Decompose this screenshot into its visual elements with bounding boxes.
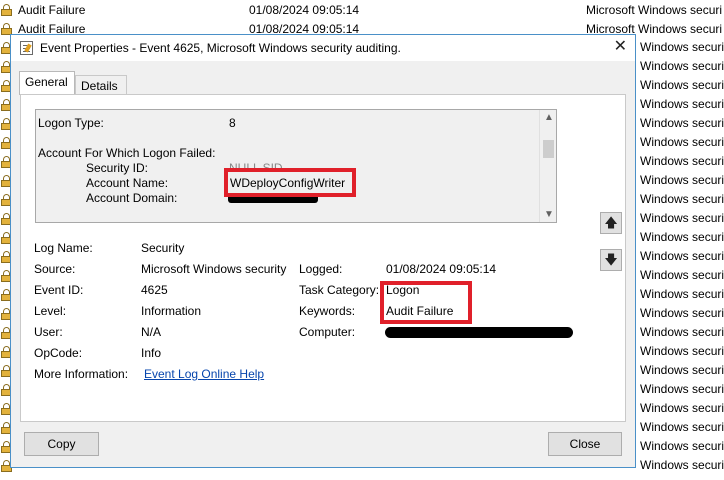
general-panel: Logon Type: 8 Account For Which Logon Fa… [20, 94, 626, 422]
computer-label: Computer: [299, 325, 356, 339]
event-row-source-fragment: Windows securi [640, 249, 724, 263]
account-domain-label: Account Domain: [86, 191, 178, 205]
event-row-source-fragment: Windows securi [640, 192, 724, 206]
event-row-source-fragment: Windows securi [640, 458, 724, 472]
logon-type-value: 8 [229, 116, 236, 130]
close-icon[interactable]: ✕ [614, 38, 627, 56]
event-row-source-fragment: Windows securi [640, 59, 724, 73]
event-row-source-fragment: Windows securi [640, 382, 724, 396]
highlight-box [224, 168, 356, 197]
task-category-label: Task Category: [299, 283, 380, 297]
event-row-source-fragment: Windows securi [640, 173, 724, 187]
account-name-label: Account Name: [86, 176, 169, 190]
event-row-source-fragment: Windows securi [640, 439, 724, 453]
arrow-up-icon[interactable]: 🡅 [600, 212, 622, 234]
more-info-label: More Information: [34, 367, 129, 381]
event-log-online-help-link[interactable]: Event Log Online Help [144, 367, 264, 381]
event-properties-icon [20, 41, 33, 55]
event-row-source-fragment: Windows securi [640, 363, 724, 377]
event-description-box[interactable]: Logon Type: 8 Account For Which Logon Fa… [35, 109, 557, 223]
event-row-source-fragment: Windows securi [640, 154, 724, 168]
event-id-value: 4625 [141, 283, 168, 297]
arrow-down-icon[interactable]: 🡇 [600, 249, 622, 271]
opcode-value: Info [141, 346, 162, 360]
user-label: User: [34, 325, 63, 339]
event-row-source-fragment: Windows securi [640, 230, 724, 244]
log-name-label: Log Name: [34, 241, 93, 255]
copy-button[interactable]: Copy [24, 432, 99, 456]
event-row-source-fragment: Windows securi [640, 78, 724, 92]
level-value: Information [141, 304, 202, 318]
event-id-label: Event ID: [34, 283, 84, 297]
event-row-source-fragment: Windows securi [640, 135, 724, 149]
highlight-box [380, 281, 472, 324]
opcode-label: OpCode: [34, 346, 83, 360]
event-row-source-fragment: Windows securi [640, 40, 724, 54]
event-row-source-fragment: Windows securi [640, 420, 724, 434]
event-source: Microsoft Windows securi [586, 3, 723, 17]
tab-details[interactable]: Details [75, 75, 127, 94]
lock-icon [1, 4, 12, 16]
event-datetime: 01/08/2024 09:05:14 [249, 3, 360, 17]
log-name-value: Security [141, 241, 185, 255]
event-row-source-fragment: Windows securi [640, 325, 724, 339]
description-scrollbar[interactable]: ▲ ▼ [539, 110, 556, 222]
event-row-source-fragment: Windows securi [640, 344, 724, 358]
logged-value: 01/08/2024 09:05:14 [386, 262, 497, 276]
dialog-titlebar[interactable]: Event Properties - Event 4625, Microsoft… [11, 35, 635, 61]
chevron-down-icon[interactable]: ▼ [544, 209, 554, 220]
user-value: N/A [141, 325, 162, 339]
event-row-source-fragment: Windows securi [640, 116, 724, 130]
close-button[interactable]: Close [548, 432, 622, 456]
event-row[interactable]: Audit Failure 01/08/2024 09:05:14 Micros… [0, 1, 724, 20]
logged-label: Logged: [299, 262, 343, 276]
event-properties-dialog: Event Properties - Event 4625, Microsoft… [10, 34, 636, 468]
event-row-source-fragment: Windows securi [640, 211, 724, 225]
event-row-source-fragment: Windows securi [640, 306, 724, 320]
event-row-source-fragment: Windows securi [640, 401, 724, 415]
source-value: Microsoft Windows security [141, 262, 287, 276]
event-row-source-fragment: Windows securi [640, 97, 724, 111]
chevron-up-icon[interactable]: ▲ [544, 112, 554, 123]
account-header: Account For Which Logon Failed: [38, 146, 216, 160]
tab-general[interactable]: General [19, 71, 75, 95]
event-row-source-fragment: Windows securi [640, 287, 724, 301]
dialog-title: Event Properties - Event 4625, Microsoft… [40, 41, 401, 55]
logon-type-label: Logon Type: [38, 116, 104, 130]
event-keyword: Audit Failure [18, 3, 86, 17]
level-label: Level: [34, 304, 67, 318]
scrollbar-thumb[interactable] [543, 140, 554, 158]
event-row-source-fragment: Windows securi [640, 268, 724, 282]
keywords-label: Keywords: [299, 304, 356, 318]
source-label: Source: [34, 262, 76, 276]
redaction-mark [385, 327, 573, 338]
security-id-label: Security ID: [86, 161, 149, 175]
